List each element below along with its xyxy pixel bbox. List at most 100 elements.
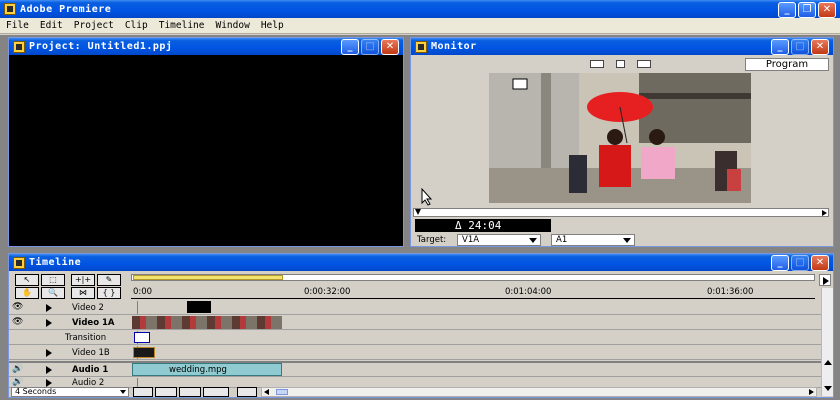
close-button[interactable]: ✕ bbox=[818, 2, 836, 18]
track-name: Audio 1 bbox=[72, 365, 109, 375]
menu-window[interactable]: Window bbox=[215, 20, 249, 31]
single-view-button[interactable] bbox=[616, 60, 625, 68]
snap-edges-button[interactable] bbox=[155, 387, 177, 397]
project-close-button[interactable]: ✕ bbox=[381, 39, 399, 55]
track-expand-icon[interactable] bbox=[46, 379, 52, 387]
timeline-minimize-button[interactable]: _ bbox=[771, 255, 789, 271]
timeline-maximize-button[interactable]: □ bbox=[791, 255, 809, 271]
track-expand-icon[interactable] bbox=[46, 319, 52, 327]
toggle-sync-button[interactable] bbox=[237, 387, 257, 397]
razor-tool[interactable]: ✎ bbox=[97, 274, 121, 286]
video-1a-clip[interactable] bbox=[132, 316, 282, 329]
scroll-down-arrow-icon[interactable] bbox=[824, 386, 832, 391]
track-select-tool[interactable]: +|+ bbox=[71, 274, 95, 286]
program-video-frame bbox=[489, 73, 751, 203]
maximize-icon: □ bbox=[795, 41, 805, 52]
wedding-video-image bbox=[489, 73, 751, 203]
menu-timeline[interactable]: Timeline bbox=[159, 20, 205, 31]
speaker-icon[interactable]: 🔊 bbox=[12, 364, 24, 374]
cross-fade-tool[interactable]: ⋈ bbox=[71, 287, 95, 299]
trim-view-button[interactable] bbox=[637, 60, 651, 68]
track-expand-icon[interactable] bbox=[46, 366, 52, 374]
timeline-vertical-scrollbar[interactable] bbox=[821, 288, 833, 396]
scroll-right-arrow-icon[interactable] bbox=[809, 389, 814, 395]
track-name: Video 2 bbox=[72, 303, 104, 313]
magnifier-icon: 🔍 bbox=[48, 288, 58, 297]
close-icon: ✕ bbox=[385, 41, 395, 52]
ruler-label-3: 0:01:36:00 bbox=[707, 287, 754, 297]
dual-view-button[interactable] bbox=[590, 60, 604, 68]
project-minimize-button[interactable]: _ bbox=[341, 39, 359, 55]
audio-1-clip[interactable]: wedding.mpg bbox=[132, 363, 282, 376]
track-format-button[interactable] bbox=[133, 387, 153, 397]
premiere-app-icon bbox=[4, 3, 16, 15]
shift-tracks-button[interactable] bbox=[203, 387, 229, 397]
target-label: Target: bbox=[417, 235, 447, 245]
zoom-select[interactable]: 4 Seconds bbox=[11, 387, 129, 397]
scrub-end-arrow-icon[interactable] bbox=[822, 210, 827, 216]
scroll-thumb[interactable] bbox=[276, 389, 288, 395]
selection-tool[interactable]: ↖ bbox=[15, 274, 39, 286]
hand-tool[interactable]: ✋ bbox=[15, 287, 39, 299]
transition-clip[interactable] bbox=[134, 332, 150, 343]
timecode-value: Δ 24:04 bbox=[455, 219, 502, 232]
speaker-icon[interactable]: 🔊 bbox=[12, 377, 24, 387]
timeline-panel: Timeline _ □ ✕ ↖ ⬚ +|+ ✎ ✋ 🔍 ⋈ { } 0:00 … bbox=[8, 253, 834, 398]
time-ruler[interactable]: 0:00 0:00:32:00 0:01:04:00 0:01:36:00 bbox=[131, 283, 815, 299]
project-maximize-button[interactable]: □ bbox=[361, 39, 379, 55]
scroll-up-arrow-icon[interactable] bbox=[824, 360, 832, 365]
track-audio-1: 🔊 Audio 1 wedding.mpg bbox=[9, 363, 821, 377]
cross-fade-icon: ⋈ bbox=[79, 288, 87, 297]
range-select-tool[interactable]: ⬚ bbox=[41, 274, 65, 286]
track-name: Video 1A bbox=[72, 318, 115, 328]
chevron-down-icon bbox=[529, 238, 537, 243]
app-titlebar: Adobe Premiere _ ❐ ✕ bbox=[0, 0, 840, 18]
edge-view-button[interactable] bbox=[179, 387, 201, 397]
monitor-minimize-button[interactable]: _ bbox=[771, 39, 789, 55]
maximize-icon: □ bbox=[365, 41, 375, 52]
program-tab[interactable]: Program bbox=[745, 58, 829, 71]
timeline-window-icon bbox=[13, 256, 25, 269]
eye-icon[interactable]: 👁 bbox=[12, 317, 24, 327]
work-area-forward-arrow-icon[interactable] bbox=[819, 274, 831, 286]
video-1b-clip[interactable] bbox=[133, 347, 155, 358]
restore-button[interactable]: ❐ bbox=[798, 2, 816, 18]
zoom-tool[interactable]: 🔍 bbox=[41, 287, 65, 299]
in-out-tool[interactable]: { } bbox=[97, 287, 121, 299]
monitor-scrub-bar[interactable] bbox=[413, 208, 829, 217]
zoom-value: 4 Seconds bbox=[15, 387, 57, 396]
ruler-label-2: 0:01:04:00 bbox=[505, 287, 552, 297]
minimize-icon: _ bbox=[784, 4, 790, 15]
scrub-start-marker[interactable] bbox=[415, 209, 421, 215]
track-expand-icon[interactable] bbox=[46, 304, 52, 312]
timeline-titlebar: Timeline _ □ ✕ bbox=[9, 254, 833, 271]
video-2-clip[interactable] bbox=[187, 301, 211, 313]
track-expand-icon[interactable] bbox=[46, 349, 52, 357]
ruler-label-0: 0:00 bbox=[133, 287, 153, 297]
hand-icon: ✋ bbox=[22, 288, 32, 297]
program-label: Program bbox=[765, 59, 809, 70]
menu-edit[interactable]: Edit bbox=[40, 20, 63, 31]
razor-icon: ✎ bbox=[105, 275, 113, 284]
timeline-horizontal-scrollbar[interactable] bbox=[261, 387, 817, 397]
target-audio-select[interactable]: A1 bbox=[551, 234, 635, 246]
target-video-select[interactable]: V1A bbox=[457, 234, 541, 246]
menu-file[interactable]: File bbox=[6, 20, 29, 31]
track-video-2: 👁 Video 2 bbox=[9, 301, 821, 315]
timecode-display: Δ 24:04 bbox=[415, 219, 551, 232]
timeline-close-button[interactable]: ✕ bbox=[811, 255, 829, 271]
menu-help[interactable]: Help bbox=[261, 20, 284, 31]
close-icon: ✕ bbox=[815, 257, 825, 268]
minimize-button[interactable]: _ bbox=[778, 2, 796, 18]
menu-project[interactable]: Project bbox=[74, 20, 114, 31]
project-window-icon bbox=[13, 40, 25, 53]
scroll-left-arrow-icon[interactable] bbox=[264, 389, 269, 395]
menu-bar: File Edit Project Clip Timeline Window H… bbox=[0, 18, 840, 34]
menu-clip[interactable]: Clip bbox=[125, 20, 148, 31]
monitor-close-button[interactable]: ✕ bbox=[811, 39, 829, 55]
track-transition: Transition bbox=[9, 331, 821, 345]
eye-icon[interactable]: 👁 bbox=[12, 302, 24, 312]
work-area-selection[interactable] bbox=[133, 275, 283, 280]
project-bin-area[interactable] bbox=[11, 57, 401, 244]
monitor-maximize-button[interactable]: □ bbox=[791, 39, 809, 55]
